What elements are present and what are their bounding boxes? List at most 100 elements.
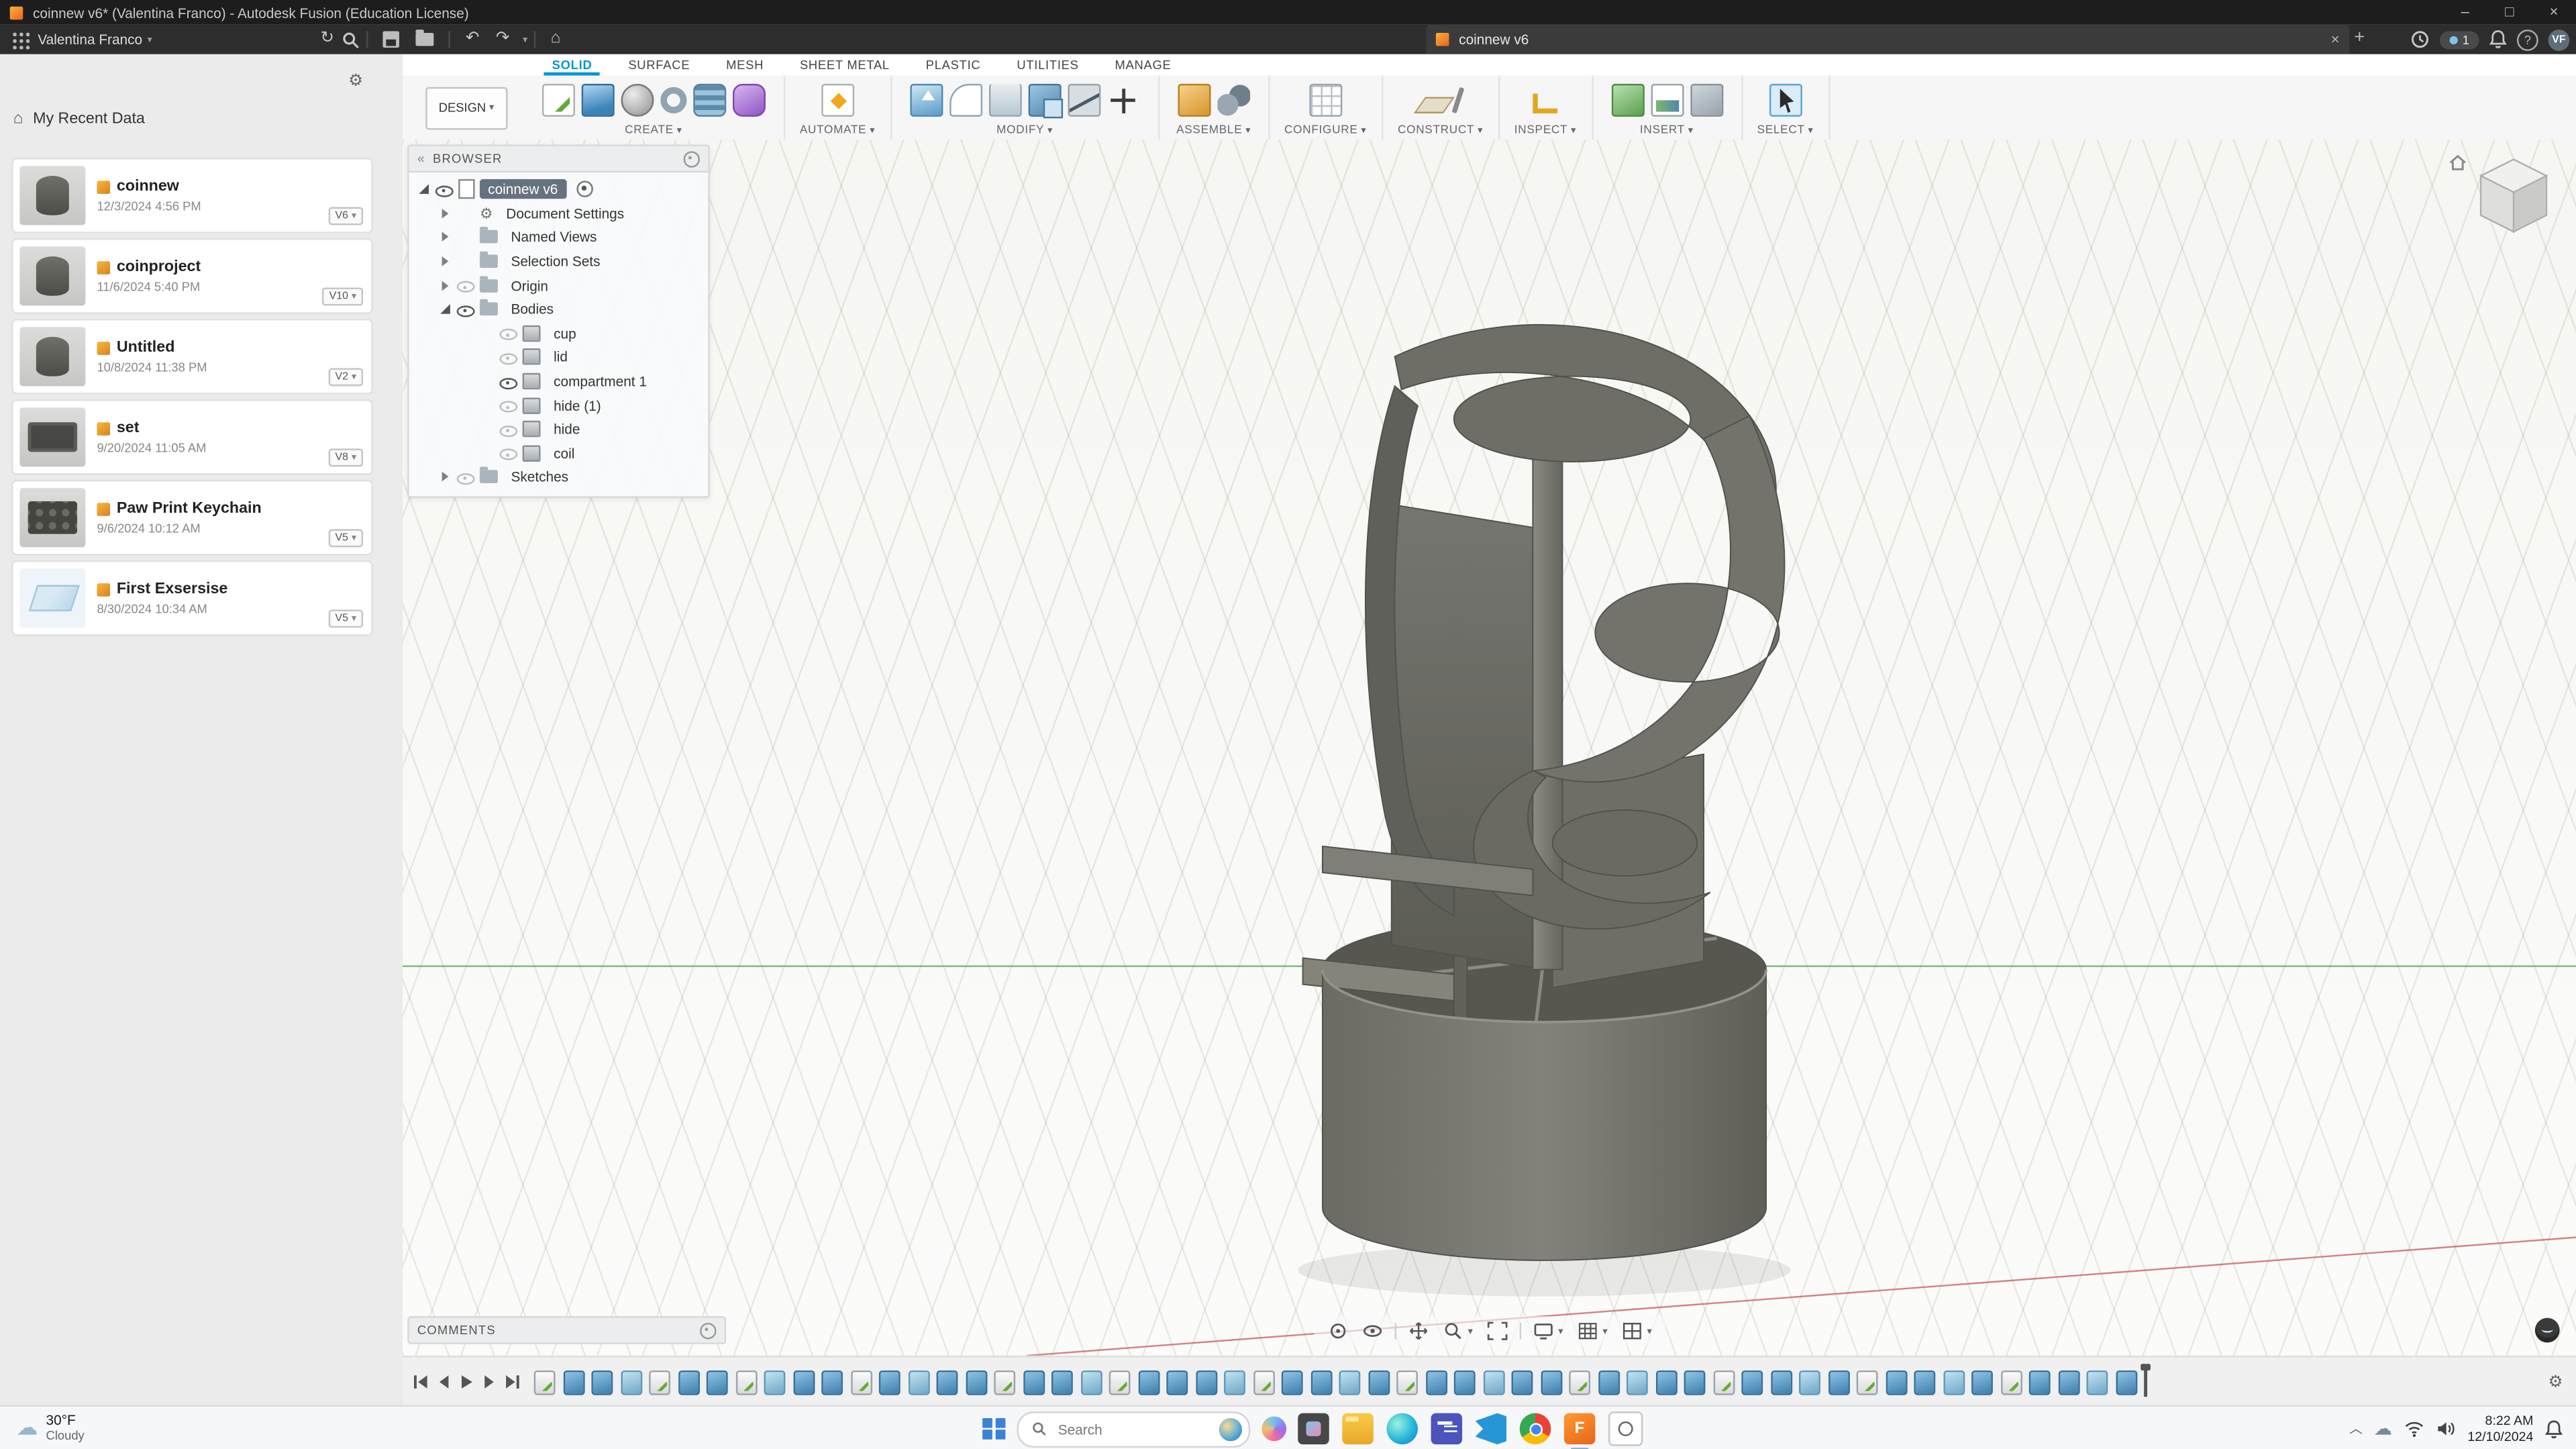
expander-icon[interactable] [481, 423, 495, 436]
insert-mesh-icon[interactable] [1610, 83, 1644, 117]
collapse-panel-icon[interactable]: « [417, 151, 425, 166]
play-button[interactable] [458, 1374, 474, 1390]
timeline-feature-icon[interactable] [907, 1369, 929, 1395]
browser-row[interactable]: ⚙ hide (1) [409, 393, 709, 417]
ribbon-tab[interactable]: UTILITIES [998, 58, 1096, 76]
ribbon-tab[interactable]: MESH [708, 58, 782, 76]
browser-row-label[interactable]: Bodies [503, 299, 562, 319]
refresh-icon[interactable]: ↻ [320, 25, 334, 54]
go-to-start-button[interactable] [413, 1374, 429, 1390]
timeline-feature-icon[interactable] [1540, 1369, 1562, 1395]
version-badge[interactable]: V6 ▾ [328, 207, 364, 226]
expander-icon[interactable] [439, 207, 452, 220]
sweep-icon[interactable] [660, 87, 686, 113]
timeline-feature-icon[interactable] [1195, 1369, 1217, 1395]
axis-icon[interactable] [1452, 87, 1465, 114]
coil-icon[interactable] [692, 83, 726, 117]
pan-icon[interactable] [1402, 1319, 1434, 1342]
design-menu-button[interactable]: DESIGN ▾ [425, 86, 508, 130]
timeline-feature-icon[interactable] [1626, 1369, 1648, 1395]
model-body[interactable] [1298, 323, 1791, 1297]
ribbon-group-label[interactable]: MODIFY ▾ [907, 125, 1143, 136]
timeline-feature-icon[interactable] [792, 1369, 815, 1395]
recent-file-card[interactable]: Paw Print Keychain 9/6/2024 10:12 AM V5 … [13, 481, 372, 554]
tray-chevron-up-icon[interactable]: ︿ [2349, 1419, 2363, 1438]
activate-component-radio[interactable] [576, 181, 593, 198]
timeline-feature-icon[interactable] [1655, 1369, 1677, 1395]
ribbon-tab[interactable]: PLASTIC [908, 58, 999, 76]
apps-grid-icon[interactable] [11, 30, 30, 49]
select-icon[interactable] [1769, 83, 1802, 117]
browser-row[interactable]: ⚙ compartment 1 [409, 369, 709, 393]
browser-row[interactable]: ⚙ Named Views [409, 226, 709, 250]
timeline-feature-icon[interactable] [1569, 1369, 1591, 1395]
open-icon[interactable] [416, 30, 435, 46]
look-at-icon[interactable] [1356, 1319, 1388, 1342]
panel-dock-icon[interactable] [683, 150, 701, 167]
visibility-eye-icon[interactable] [435, 181, 454, 199]
search-icon[interactable] [342, 30, 360, 48]
ribbon-group-label[interactable]: CREATE ▾ [539, 125, 769, 136]
ribbon-tab[interactable]: SHEET METAL [782, 58, 908, 76]
visibility-eye-icon[interactable] [499, 348, 518, 366]
browser-row-label[interactable]: Selection Sets [503, 252, 609, 271]
maximize-button[interactable]: □ [2487, 0, 2532, 25]
browser-row-label[interactable]: hide [546, 419, 588, 439]
orbit-icon[interactable] [1322, 1319, 1353, 1342]
combine-icon[interactable] [1028, 83, 1063, 119]
browser-row-label[interactable]: coil [546, 444, 583, 463]
timeline-feature-icon[interactable] [1339, 1369, 1361, 1395]
visibility-eye-icon[interactable] [456, 277, 475, 295]
timeline-feature-icon[interactable] [1166, 1369, 1188, 1395]
fillet-icon[interactable] [949, 83, 982, 117]
weather-widget[interactable]: ☁ 30°F Cloudy [16, 1411, 84, 1443]
recent-file-card[interactable]: First Exsersise 8/30/2024 10:34 AM V5 ▾ [13, 562, 372, 635]
search-box[interactable] [1017, 1410, 1251, 1447]
timeline-feature-icon[interactable] [1712, 1369, 1735, 1395]
timeline-feature-icon[interactable] [1453, 1369, 1476, 1395]
browser-row-label[interactable]: Named Views [503, 228, 605, 247]
expander-icon[interactable] [481, 351, 495, 364]
visibility-eye-icon[interactable] [499, 372, 518, 391]
browser-row[interactable]: ⚙ lid [409, 346, 709, 370]
timeline-feature-icon[interactable] [735, 1369, 757, 1395]
browser-row[interactable]: ⚙ Sketches [409, 465, 709, 489]
timeline-feature-icon[interactable] [1914, 1369, 1936, 1395]
shell-icon[interactable] [988, 83, 1022, 117]
help-icon[interactable]: ? [2516, 28, 2538, 50]
ribbon-group-label[interactable]: INSPECT ▾ [1514, 125, 1576, 136]
press-pull-icon[interactable] [909, 83, 943, 117]
timeline-feature-icon[interactable] [1224, 1369, 1245, 1395]
timeline-feature-icon[interactable] [965, 1369, 987, 1395]
ribbon-tab[interactable]: SOLID [534, 58, 611, 76]
recent-file-card[interactable]: set 9/20/2024 11:05 AM V8 ▾ [13, 401, 372, 474]
browser-row-label[interactable]: Document Settings [498, 203, 632, 223]
timeline-feature-icon[interactable] [533, 1369, 556, 1395]
volume-icon[interactable] [2436, 1419, 2456, 1438]
expander-icon[interactable] [417, 183, 431, 196]
browser-panel-header[interactable]: « BROWSER [409, 146, 709, 173]
timeline-feature-icon[interactable] [1310, 1369, 1332, 1395]
step-forward-button[interactable] [481, 1374, 497, 1390]
onedrive-cloud-icon[interactable]: ☁ [2374, 1418, 2392, 1439]
timeline-feature-icon[interactable] [1798, 1369, 1820, 1395]
timeline-feature-icon[interactable] [2028, 1369, 2051, 1395]
timeline-feature-icon[interactable] [1109, 1369, 1131, 1395]
display-settings-icon[interactable]: ▾ [1527, 1319, 1568, 1342]
measure-icon[interactable] [1533, 93, 1558, 113]
visibility-eye-icon[interactable] [456, 300, 475, 318]
taskbar-app[interactable] [1298, 1413, 1329, 1445]
panel-dock-icon[interactable] [700, 1321, 717, 1339]
browser-row[interactable]: ⚙ Document Settings [409, 201, 709, 226]
job-status-badge[interactable]: 1 [2439, 30, 2479, 49]
timeline-feature-icon[interactable] [764, 1369, 786, 1395]
browser-row[interactable]: ⚙ Selection Sets [409, 250, 709, 274]
taskbar-app[interactable] [1386, 1413, 1418, 1445]
copilot-icon[interactable] [1261, 1416, 1287, 1442]
timeline-position-marker[interactable] [2140, 1362, 2150, 1396]
timeline-feature-icon[interactable] [1856, 1369, 1878, 1395]
undo-icon[interactable]: ↶ [466, 25, 480, 54]
ribbon-tab[interactable]: SURFACE [610, 58, 708, 76]
visibility-eye-icon[interactable] [499, 324, 518, 342]
visibility-eye-icon[interactable] [499, 420, 518, 438]
